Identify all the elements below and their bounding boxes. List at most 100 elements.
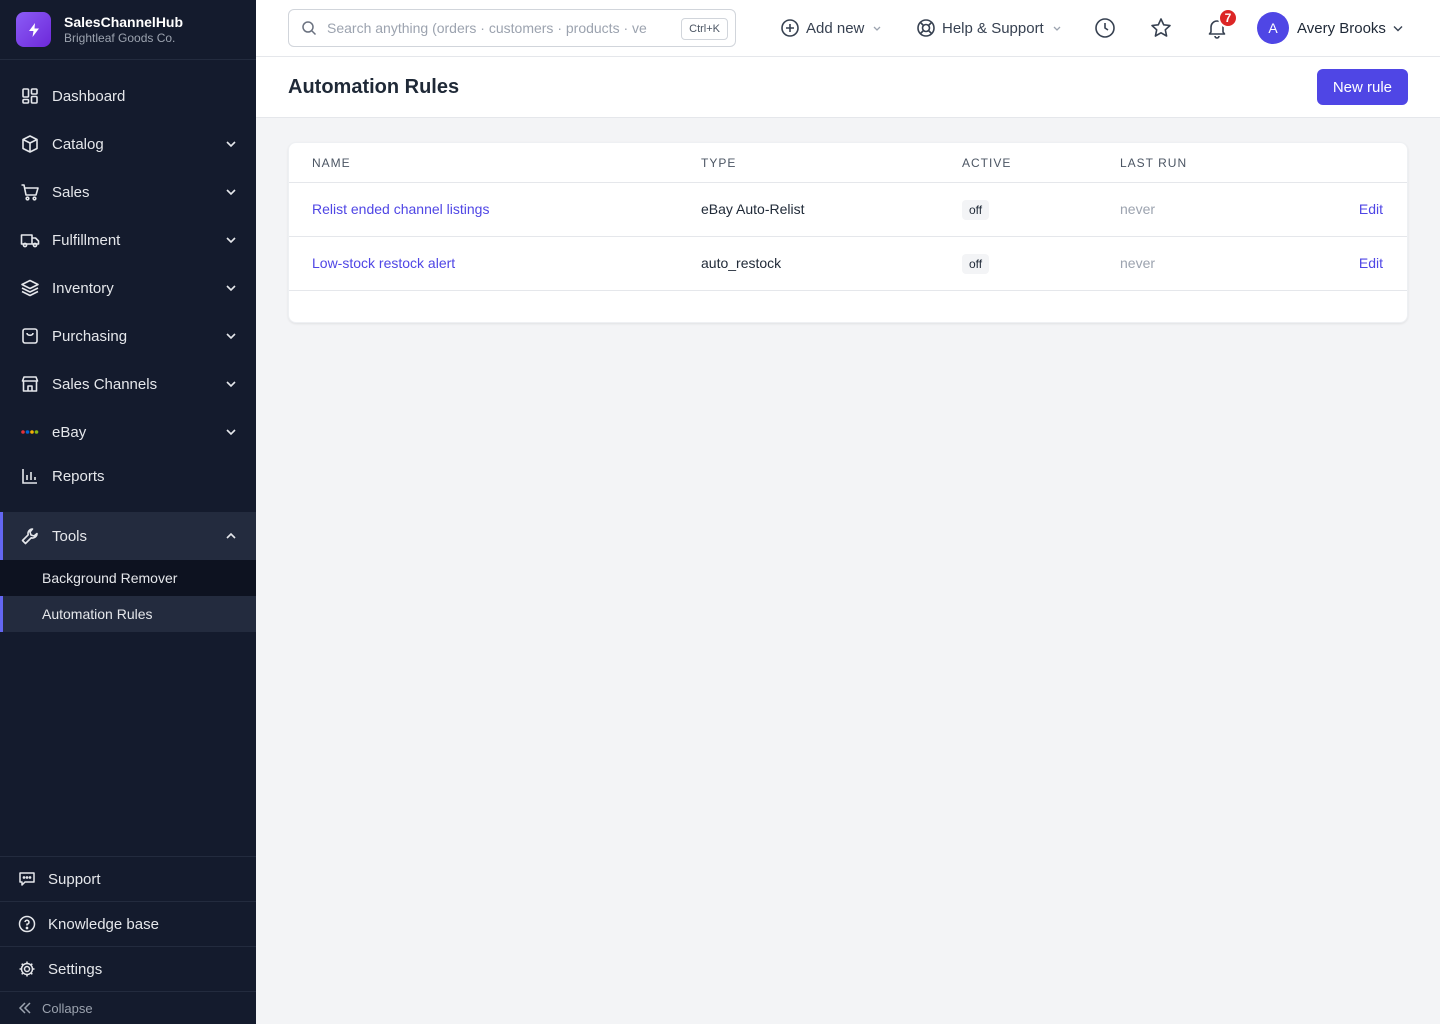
store-icon [20, 374, 40, 394]
last-run-value: never [1120, 255, 1156, 271]
sidebar-item-dashboard[interactable]: Dashboard [0, 72, 256, 120]
chevron-down-icon [226, 237, 236, 244]
sidebar-item-purchasing[interactable]: Purchasing [0, 312, 256, 360]
ebay-logo-icon [20, 422, 40, 442]
edit-rule-link[interactable]: Edit [1359, 255, 1383, 271]
sidebar-item-label: Dashboard [52, 87, 126, 105]
user-menu[interactable]: A Avery Brooks [1257, 12, 1404, 44]
column-header-active[interactable]: ACTIVE [962, 156, 1011, 170]
sidebar-item-label: Tools [52, 527, 88, 545]
sidebar-item-label: Sales Channels [52, 375, 158, 393]
sidebar-item-fulfillment[interactable]: Fulfillment [0, 216, 256, 264]
sidebar-knowledge-base-label: Knowledge base [48, 915, 159, 933]
search-box[interactable]: Ctrl+K [288, 9, 736, 47]
sidebar-settings[interactable]: Settings [0, 946, 256, 991]
tools-subnav: Background Remover Automation Rules [0, 560, 256, 632]
brand-name: SalesChannelHub [64, 13, 184, 30]
chevron-down-icon [873, 26, 881, 31]
rule-name-link[interactable]: Low-stock restock alert [312, 255, 455, 271]
history-button[interactable] [1093, 16, 1117, 40]
clock-icon [1095, 18, 1115, 38]
help-support-label: Help & Support [942, 19, 1044, 37]
sidebar-item-label: Reports [52, 467, 105, 485]
sidebar-item-label: Fulfillment [52, 231, 121, 249]
brand-org: Brightleaf Goods Co. [64, 30, 176, 45]
chevron-down-icon [226, 141, 236, 148]
search-icon [302, 21, 317, 36]
star-icon [1151, 18, 1171, 37]
table-row: Low-stock restock alert auto_restock off… [289, 237, 1407, 291]
active-status-badge: off [962, 200, 990, 220]
message-icon [18, 870, 36, 888]
sidebar-knowledge-base[interactable]: Knowledge base [0, 901, 256, 946]
shopping-bag-icon [20, 326, 40, 346]
page-title: Automation Rules [288, 76, 460, 98]
user-name: Avery Brooks [1297, 19, 1386, 37]
new-rule-button[interactable]: New rule [1316, 69, 1408, 105]
search-shortcut-hint: Ctrl+K [681, 18, 728, 40]
notification-count-badge: 7 [1218, 8, 1238, 28]
column-header-type[interactable]: TYPE [701, 156, 736, 170]
chevron-down-icon [226, 381, 236, 388]
add-new-label: Add new [806, 19, 865, 37]
sidebar-support-label: Support [48, 870, 101, 888]
rule-type: eBay Auto-Relist [701, 201, 805, 217]
chevron-up-icon [226, 532, 236, 539]
lightning-logo-icon [16, 12, 51, 47]
box-icon [20, 134, 40, 154]
plus-circle-icon [780, 18, 800, 38]
chevron-down-icon [226, 285, 236, 292]
sidebar-subitem-background-remover[interactable]: Background Remover [0, 560, 256, 596]
gear-icon [18, 960, 36, 978]
truck-icon [20, 230, 40, 250]
sidebar-collapse-label: Collapse [42, 1000, 93, 1016]
sidebar-support[interactable]: Support [0, 856, 256, 901]
avatar: A [1257, 12, 1289, 44]
last-run-value: never [1120, 201, 1156, 217]
sidebar-item-sales[interactable]: Sales [0, 168, 256, 216]
sidebar-nav: Dashboard Catalog Sales Fulfillment Inve… [0, 72, 256, 632]
table-row: Relist ended channel listings eBay Auto-… [289, 183, 1407, 237]
help-support-button[interactable]: Help & Support [916, 17, 1062, 39]
rules-table: NAME TYPE ACTIVE LAST RUN Relist ended c… [288, 142, 1408, 323]
sidebar-item-ebay[interactable]: eBay [0, 408, 256, 456]
sidebar-item-label: Sales [52, 183, 90, 201]
search-input[interactable] [327, 20, 657, 36]
sidebar: SalesChannelHub Brightleaf Goods Co. Das… [0, 0, 256, 1024]
table-header: NAME TYPE ACTIVE LAST RUN [289, 143, 1407, 183]
wrench-icon [20, 526, 40, 546]
sidebar-item-label: Catalog [52, 135, 104, 153]
edit-rule-link[interactable]: Edit [1359, 201, 1383, 217]
favorites-button[interactable] [1149, 16, 1173, 40]
chevron-down-icon [226, 189, 236, 196]
sidebar-item-inventory[interactable]: Inventory [0, 264, 256, 312]
chevron-down-icon [226, 333, 236, 340]
sidebar-item-label: Inventory [52, 279, 114, 297]
sidebar-footer: Support Knowledge base Settings Collapse [0, 856, 256, 1024]
cart-icon [20, 182, 40, 202]
column-header-last-run[interactable]: LAST RUN [1120, 156, 1187, 170]
page-header: Automation Rules New rule [256, 57, 1440, 118]
column-header-name[interactable]: NAME [312, 156, 351, 170]
topbar: Ctrl+K Add new Help & Support 7 A Avery … [256, 0, 1440, 57]
sidebar-item-tools[interactable]: Tools [0, 512, 256, 560]
chevron-down-icon [1053, 26, 1061, 31]
sidebar-item-reports[interactable]: Reports [0, 456, 256, 496]
sidebar-collapse[interactable]: Collapse [0, 991, 256, 1024]
rule-name-link[interactable]: Relist ended channel listings [312, 201, 489, 217]
sidebar-item-label: eBay [52, 423, 87, 441]
sidebar-settings-label: Settings [48, 960, 103, 978]
brand[interactable]: SalesChannelHub Brightleaf Goods Co. [0, 0, 256, 60]
active-status-badge: off [962, 254, 990, 274]
question-circle-icon [18, 915, 36, 933]
chevron-down-icon [226, 429, 236, 436]
sidebar-subitem-automation-rules[interactable]: Automation Rules [0, 596, 256, 632]
lifebuoy-icon [916, 18, 936, 38]
sidebar-item-sales-channels[interactable]: Sales Channels [0, 360, 256, 408]
sidebar-item-label: Purchasing [52, 327, 128, 345]
chevron-down-icon [1393, 26, 1403, 32]
add-new-button[interactable]: Add new [780, 17, 882, 39]
bar-chart-icon [20, 466, 40, 486]
sidebar-item-catalog[interactable]: Catalog [0, 120, 256, 168]
rule-type: auto_restock [701, 255, 782, 271]
